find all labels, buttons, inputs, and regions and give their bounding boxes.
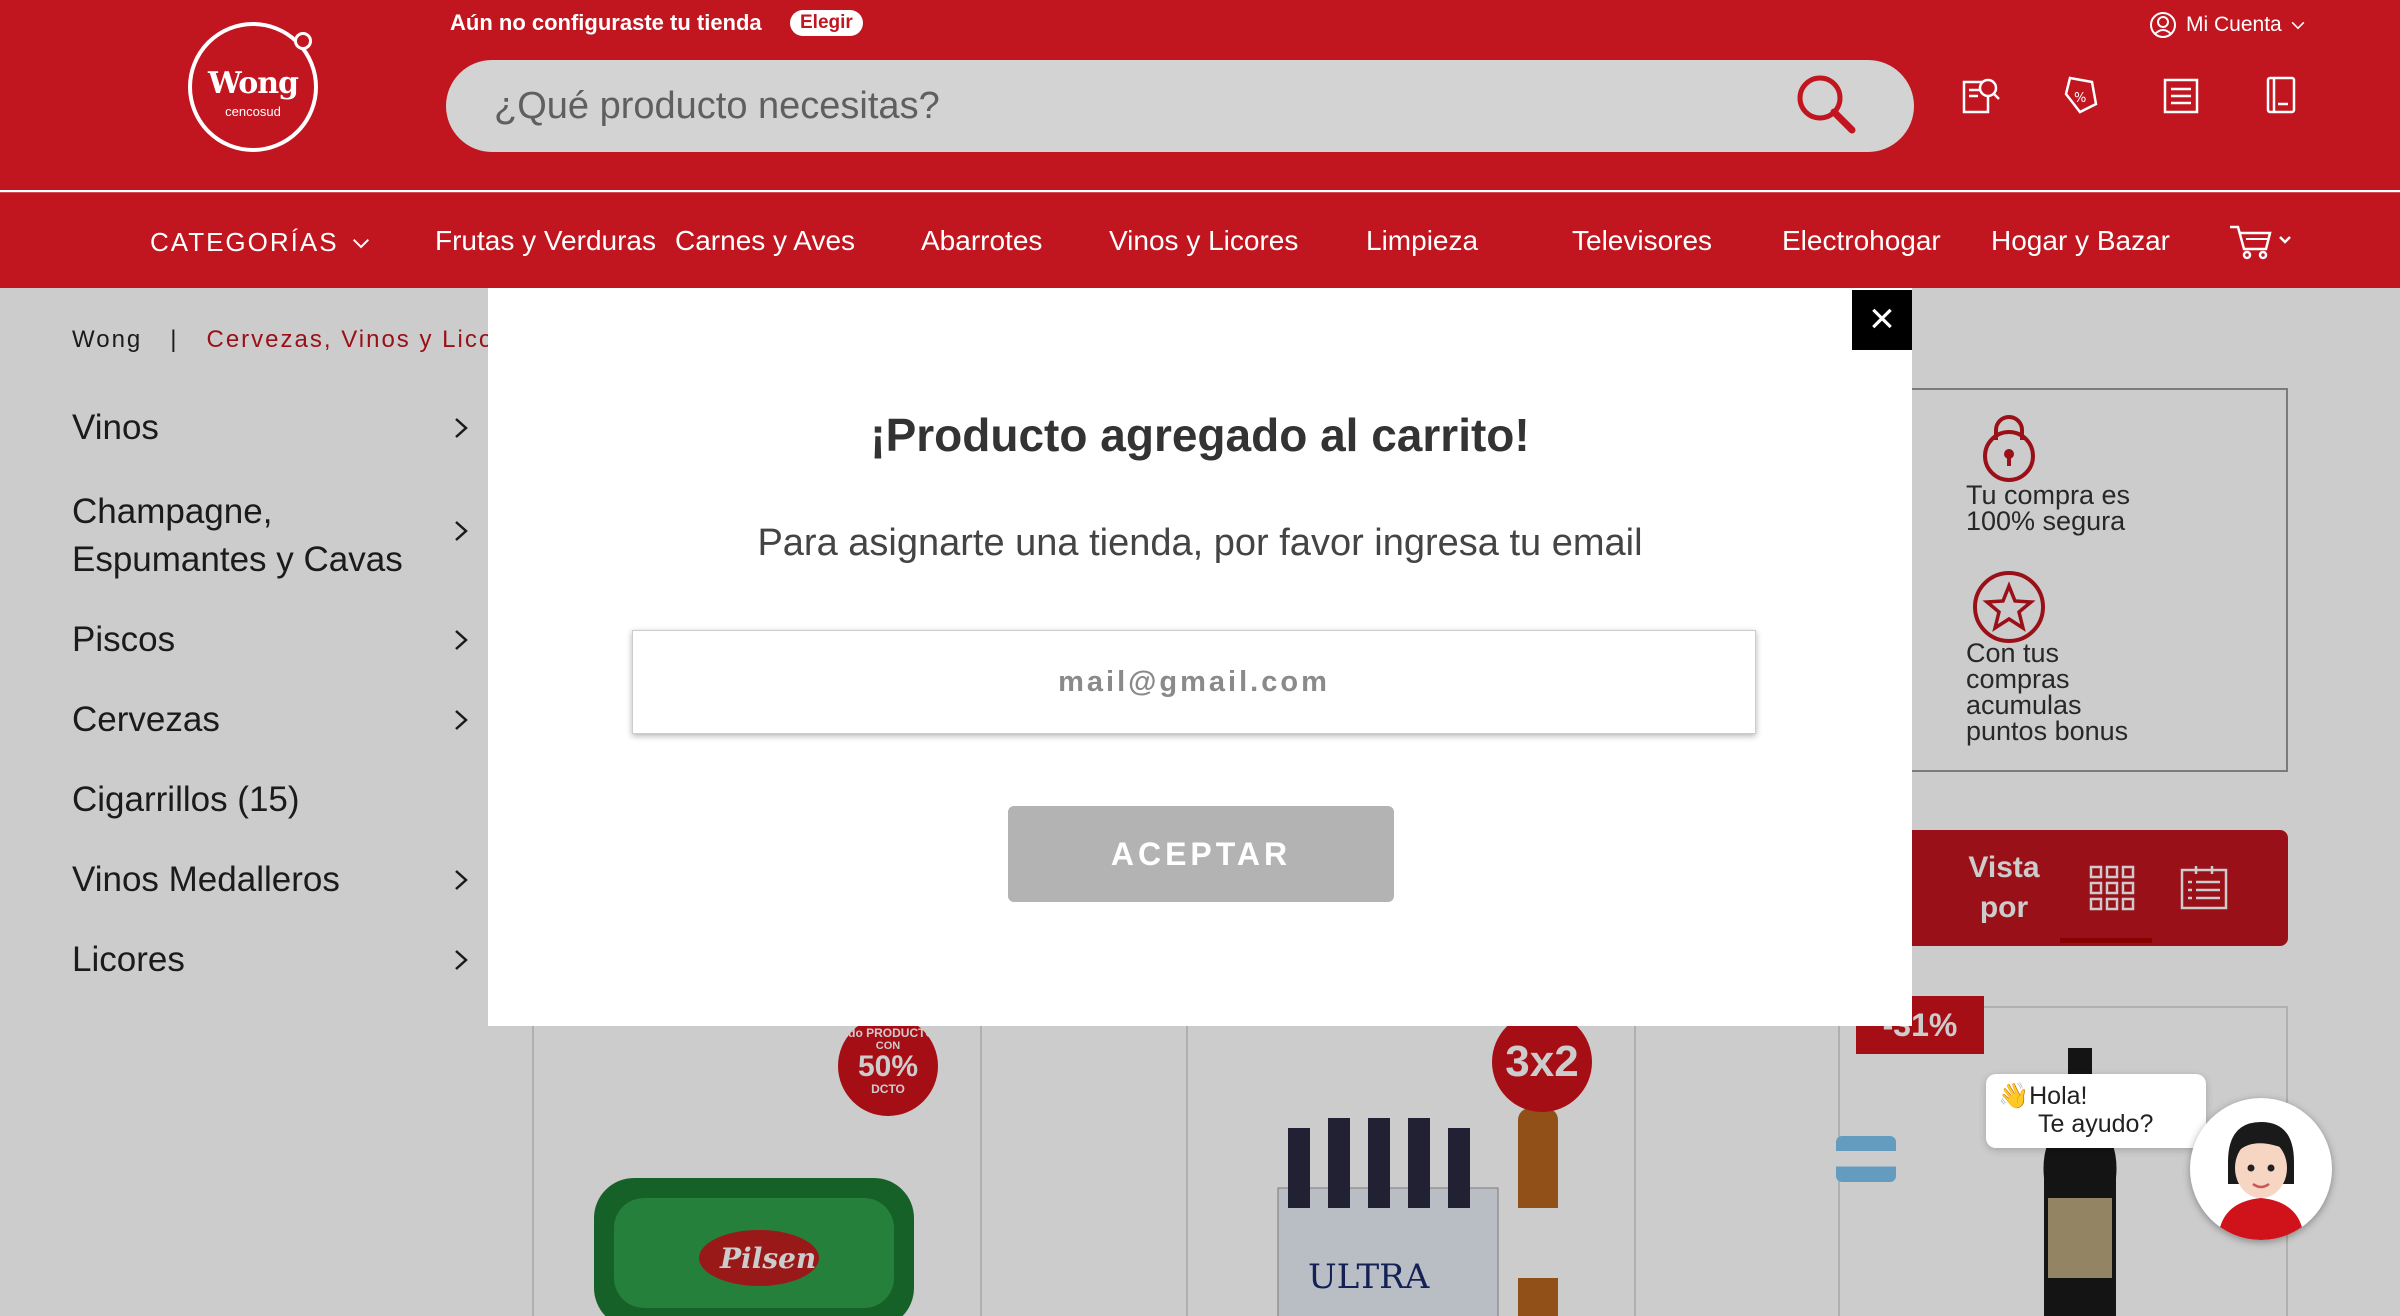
header-icons: % <box>1960 74 2302 116</box>
cart-icon[interactable] <box>2228 221 2292 261</box>
added-to-cart-modal: × ¡Producto agregado al carrito! Para as… <box>488 288 1912 1026</box>
nav-link-frutas[interactable]: Frutas y Verduras <box>435 225 656 257</box>
modal-subtitle: Para asignarte una tienda, por favor ing… <box>757 522 1643 564</box>
orders-list-icon[interactable] <box>2160 74 2202 116</box>
assistant-avatar-icon <box>2218 1122 2304 1240</box>
search-list-icon[interactable] <box>1960 74 2002 116</box>
nav-link-carnes[interactable]: Carnes y Aves <box>675 225 855 257</box>
nav-link-abarrotes[interactable]: Abarrotes <box>921 225 1042 257</box>
chat-assistant-avatar[interactable] <box>2190 1098 2332 1240</box>
search-input[interactable] <box>494 82 1694 130</box>
account-menu[interactable]: Mi Cuenta <box>2148 10 2306 40</box>
search-icon[interactable] <box>1794 72 1858 136</box>
search-bar <box>446 60 1914 152</box>
chat-greeting-bubble[interactable]: 👋Hola! Te ayudo? <box>1986 1074 2206 1148</box>
catalog-book-icon[interactable] <box>2260 74 2302 116</box>
email-field[interactable] <box>632 630 1756 734</box>
account-label: Mi Cuenta <box>2186 13 2282 36</box>
nav-link-televisores[interactable]: Televisores <box>1572 225 1712 257</box>
logo-brand: Wong <box>207 66 299 101</box>
chevron-down-icon <box>2291 21 2305 30</box>
nav-link-hogar[interactable]: Hogar y Bazar <box>1991 225 2170 257</box>
chat-line-2: Te ayudo? <box>2038 1110 2154 1138</box>
logo-dot <box>294 32 312 50</box>
nav-link-vinos[interactable]: Vinos y Licores <box>1109 225 1298 257</box>
chat-line-1: 👋Hola! <box>1998 1082 2088 1110</box>
nav-link-electrohogar[interactable]: Electrohogar <box>1782 225 1941 257</box>
choose-store-button[interactable]: Elegir <box>790 10 863 36</box>
wong-logo[interactable]: Wong cencosud <box>188 22 318 152</box>
nav-link-limpieza[interactable]: Limpieza <box>1366 225 1478 257</box>
modal-title: ¡Producto agregado al carrito! <box>870 409 1530 461</box>
category-nav: CATEGORÍAS Frutas y Verduras Carnes y Av… <box>0 192 2400 288</box>
offers-tag-icon[interactable]: % <box>2060 74 2102 116</box>
svg-text:%: % <box>2074 91 2086 106</box>
categories-label: CATEGORÍAS <box>150 227 339 257</box>
accept-button[interactable]: ACEPTAR <box>1008 806 1394 902</box>
user-icon <box>2150 12 2176 38</box>
logo-sub: cencosud <box>225 104 281 119</box>
close-icon[interactable]: × <box>1852 290 1912 350</box>
store-message: Aún no configuraste tu tienda <box>450 10 762 35</box>
categories-dropdown[interactable]: CATEGORÍAS <box>150 227 371 258</box>
chevron-down-icon <box>352 238 369 248</box>
top-header: Wong cencosud Aún no configuraste tu tie… <box>0 0 2400 190</box>
